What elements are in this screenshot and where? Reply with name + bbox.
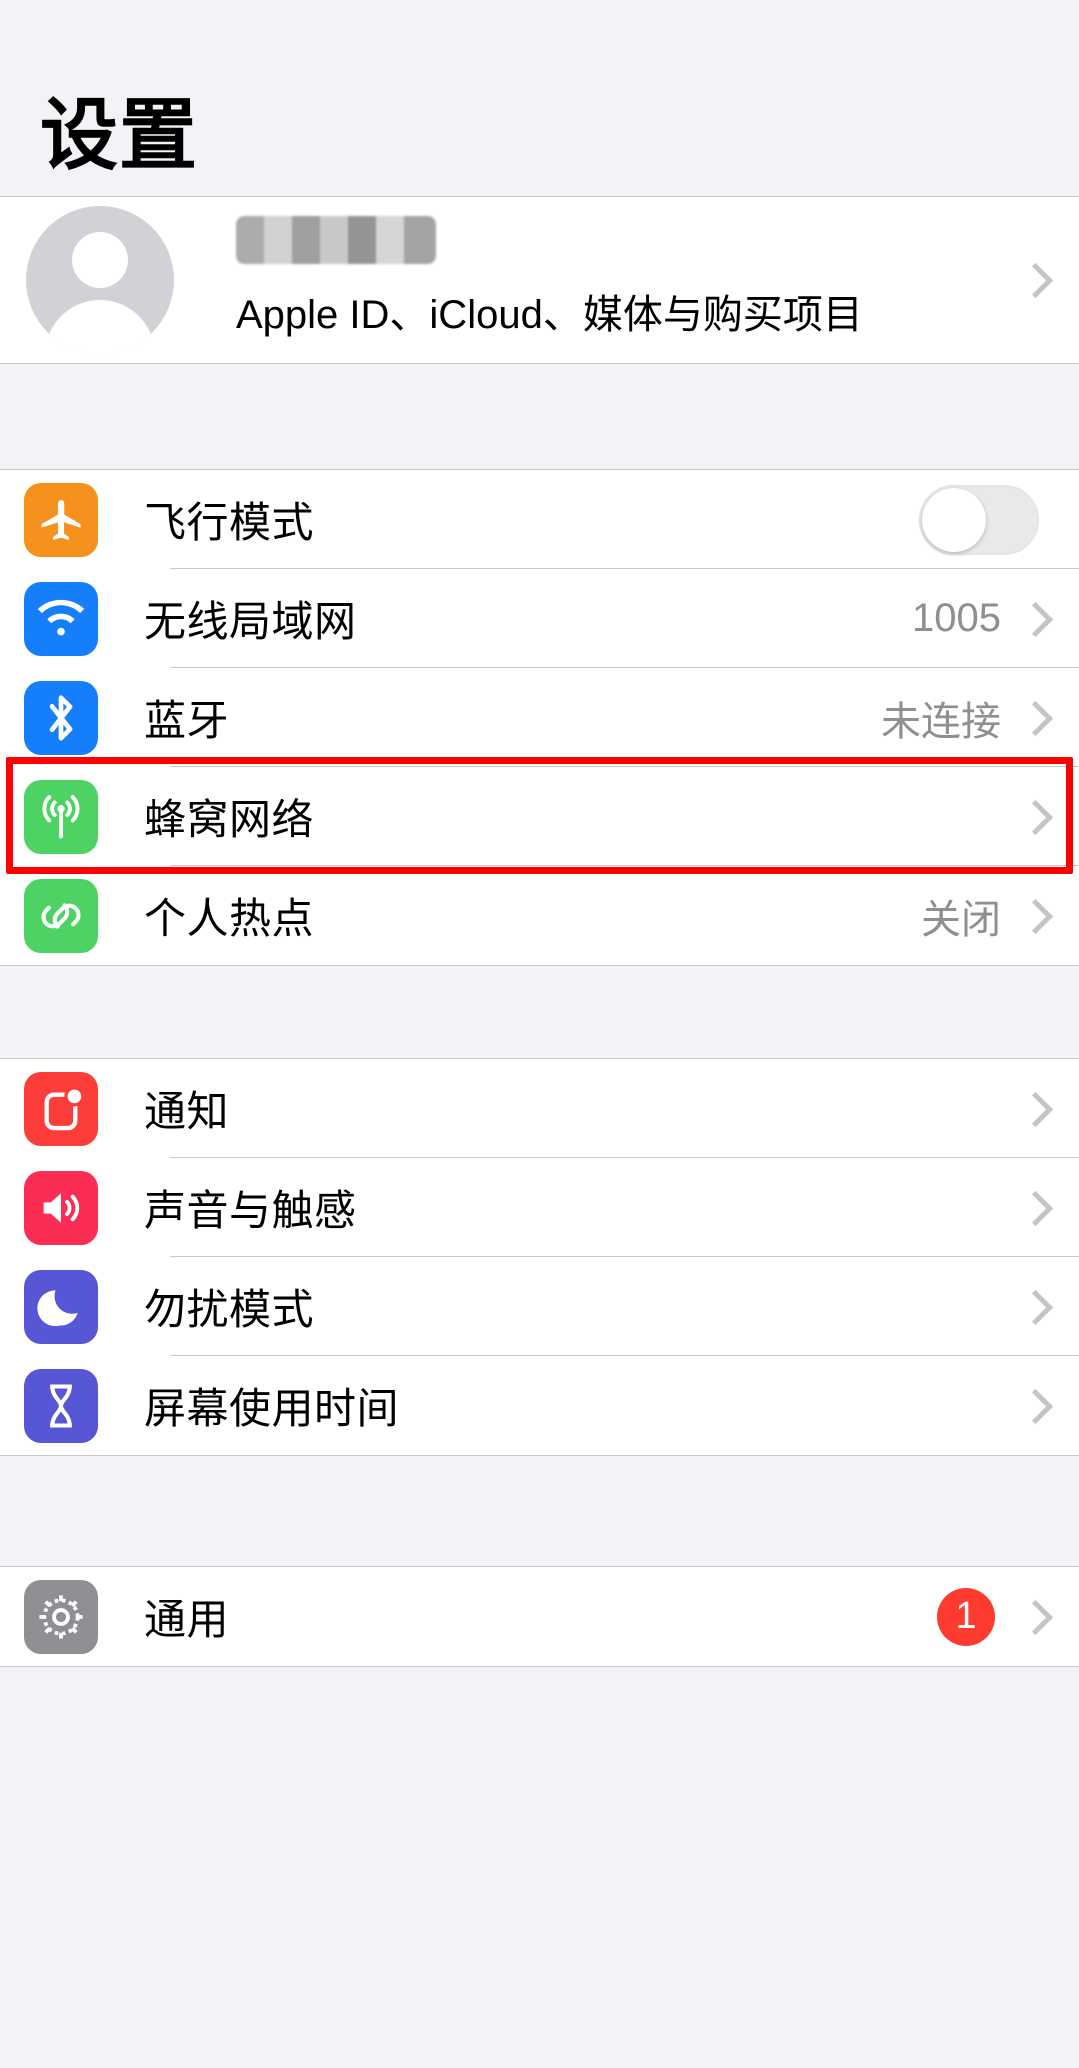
group-gap-3: [0, 1456, 1079, 1566]
wifi-network-value: 1005: [912, 596, 1001, 640]
settings-row-screen-time[interactable]: 屏幕使用时间: [0, 1356, 1079, 1455]
group-gap-1: [0, 364, 1079, 469]
settings-row-label: 蓝牙: [144, 697, 230, 744]
settings-row-label: 无线局域网: [144, 598, 357, 645]
chevron-right-icon: [1019, 594, 1053, 644]
settings-row-general[interactable]: 通用 1: [0, 1567, 1079, 1666]
toggle-knob: [922, 487, 986, 552]
airplane-icon: [24, 482, 98, 557]
alerts-group: 通知 声音与触感 勿扰模式 屏幕使用时间: [0, 1058, 1079, 1456]
bluetooth-status-value: 未连接: [881, 699, 1001, 744]
page-title: 设置: [40, 91, 199, 179]
settings-row-label: 个人热点: [144, 895, 315, 942]
settings-row-wifi[interactable]: 无线局域网 1005: [0, 569, 1079, 668]
settings-row-label: 通用: [144, 1596, 230, 1643]
system-group: 通用 1: [0, 1566, 1079, 1667]
settings-row-bluetooth[interactable]: 蓝牙 未连接: [0, 668, 1079, 767]
avatar: [26, 206, 174, 354]
wifi-icon: [24, 581, 98, 656]
connectivity-group: 飞行模式 无线局域网 1005 蓝牙 未连接 蜂窝网络 个人热点 关闭: [0, 469, 1079, 966]
chevron-right-icon: [1019, 1592, 1053, 1642]
settings-row-cellular[interactable]: 蜂窝网络: [0, 767, 1079, 866]
settings-row-airplane-mode[interactable]: 飞行模式: [0, 470, 1079, 569]
settings-row-label: 勿扰模式: [144, 1286, 315, 1333]
hourglass-icon: [24, 1368, 98, 1443]
airplane-mode-toggle[interactable]: [919, 484, 1039, 555]
settings-row-personal-hotspot[interactable]: 个人热点 关闭: [0, 866, 1079, 965]
status-badge: 1: [937, 1587, 995, 1646]
chevron-right-icon: [1019, 1084, 1053, 1134]
group-gap-2: [0, 966, 1079, 1058]
settings-row-label: 声音与触感: [144, 1187, 357, 1234]
hotspot-link-icon: [24, 878, 98, 953]
chevron-right-icon: [1019, 1183, 1053, 1233]
speaker-icon: [24, 1170, 98, 1245]
chevron-right-icon: [1019, 255, 1053, 305]
apple-id-subtitle: Apple ID、iCloud、媒体与购买项目: [236, 293, 863, 337]
hotspot-status-value: 关闭: [921, 897, 1001, 942]
settings-row-label: 通知: [144, 1088, 230, 1135]
notifications-icon: [24, 1071, 98, 1146]
account-text: Apple ID、iCloud、媒体与购买项目: [194, 206, 1019, 354]
settings-row-sounds-haptics[interactable]: 声音与触感: [0, 1158, 1079, 1257]
settings-row-label: 飞行模式: [144, 499, 315, 546]
apple-id-row[interactable]: Apple ID、iCloud、媒体与购买项目: [0, 197, 1079, 363]
chevron-right-icon: [1019, 792, 1053, 842]
chevron-right-icon: [1019, 1381, 1053, 1431]
settings-row-label: 蜂窝网络: [144, 796, 315, 843]
account-name-redacted: [236, 216, 436, 264]
settings-row-do-not-disturb[interactable]: 勿扰模式: [0, 1257, 1079, 1356]
settings-screen: 设置 Apple ID、iCloud、媒体与购买项目 飞行模式 无线局域网 10…: [0, 0, 1079, 2068]
account-group: Apple ID、iCloud、媒体与购买项目: [0, 196, 1079, 364]
settings-row-notifications[interactable]: 通知: [0, 1059, 1079, 1158]
chevron-right-icon: [1019, 891, 1053, 941]
cellular-antenna-icon: [24, 779, 98, 854]
moon-icon: [24, 1269, 98, 1344]
title-bar: 设置: [0, 0, 1079, 196]
chevron-right-icon: [1019, 1282, 1053, 1332]
gear-icon: [24, 1579, 98, 1654]
bluetooth-icon: [24, 680, 98, 755]
settings-row-label: 屏幕使用时间: [144, 1385, 400, 1432]
chevron-right-icon: [1019, 693, 1053, 743]
